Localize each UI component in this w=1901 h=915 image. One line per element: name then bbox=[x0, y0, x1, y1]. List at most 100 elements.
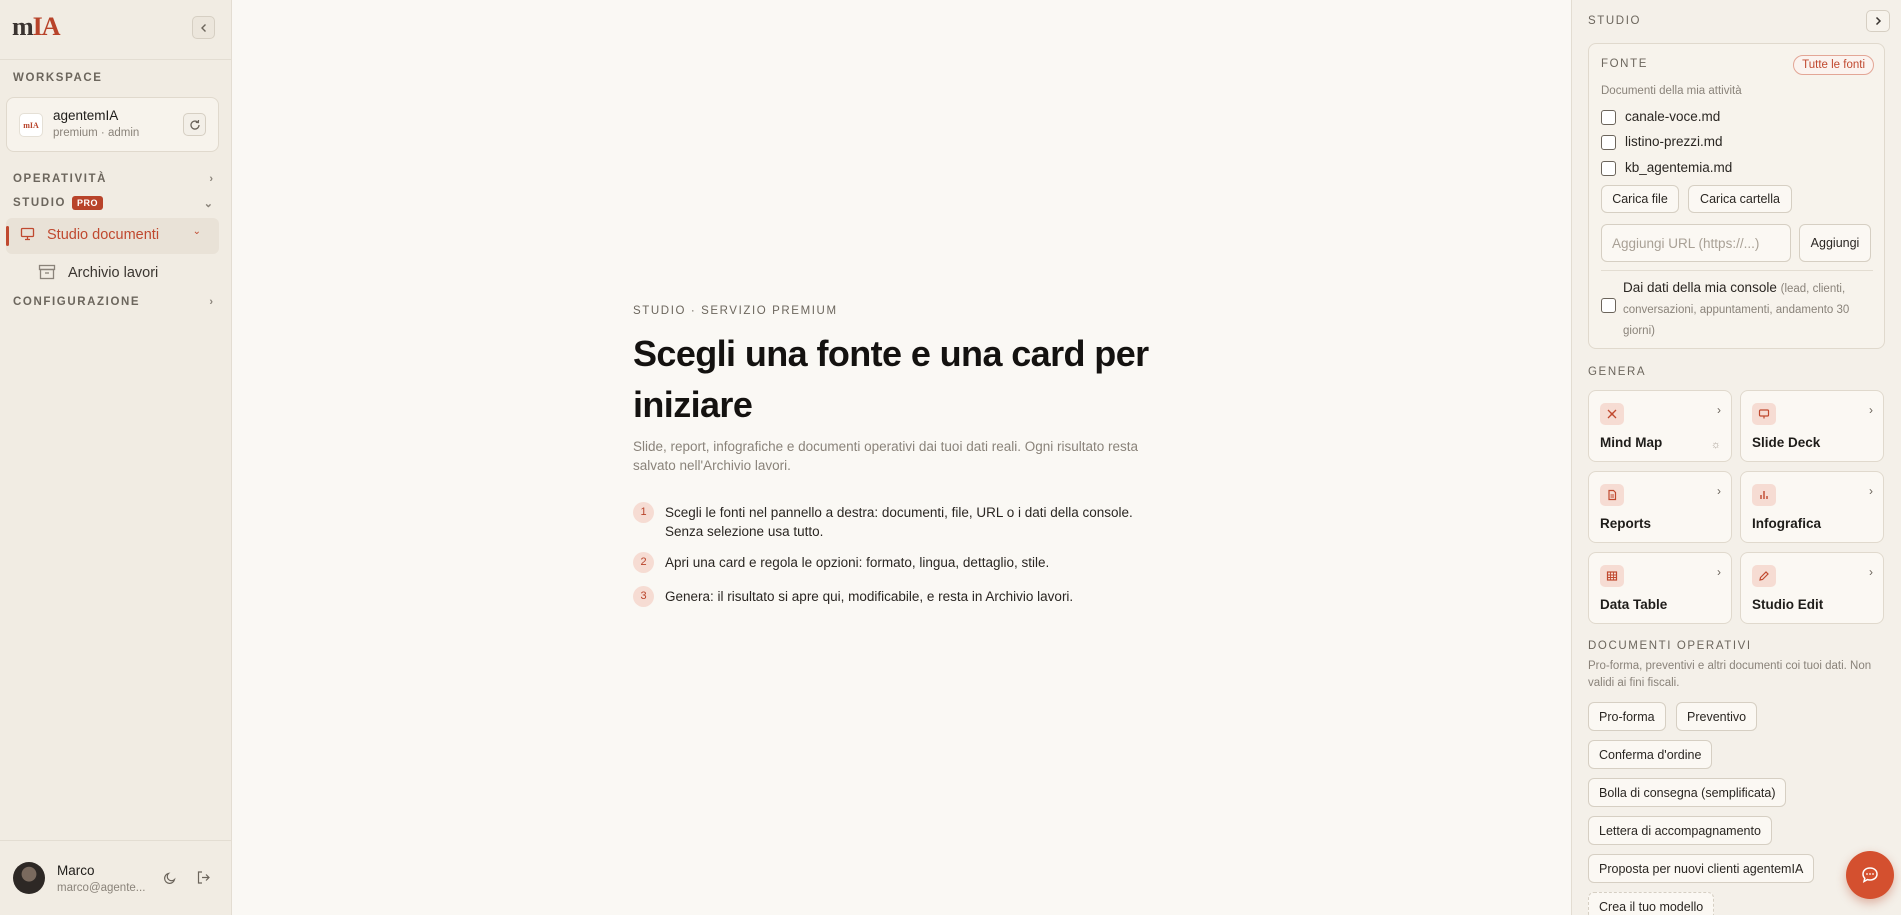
chevron-right-icon: › bbox=[1869, 565, 1873, 579]
sidebar: mIA WORKSPACE mIA agentemIA premium · ad… bbox=[0, 0, 232, 915]
workspace-name: agentemIA bbox=[53, 108, 119, 123]
console-checkbox[interactable] bbox=[1601, 298, 1616, 313]
card-label: Data Table bbox=[1600, 597, 1668, 612]
chat-fab-button[interactable] bbox=[1846, 851, 1894, 899]
chevron-right-icon: › bbox=[1717, 403, 1721, 417]
chevron-right-icon: › bbox=[1717, 484, 1721, 498]
file-checkbox[interactable] bbox=[1601, 161, 1616, 176]
refresh-icon bbox=[189, 119, 200, 130]
page-title: Scegli una fonte e una card per iniziare bbox=[633, 333, 1149, 425]
table-icon bbox=[1600, 565, 1624, 587]
file-checkbox[interactable] bbox=[1601, 110, 1616, 125]
card-label: Infografica bbox=[1752, 516, 1822, 531]
collapse-panel-button[interactable] bbox=[1866, 10, 1890, 32]
item-menu-icon[interactable]: ⌄ bbox=[193, 226, 201, 237]
source-file-row[interactable]: kb_agentemia.md bbox=[1601, 158, 1871, 178]
nav-group-label: OPERATIVITÀ bbox=[13, 173, 108, 185]
nav-group-operativita[interactable]: OPERATIVITÀ › bbox=[13, 173, 213, 185]
generate-label: GENERA bbox=[1588, 366, 1647, 378]
card-label: Slide Deck bbox=[1752, 435, 1821, 450]
bar-chart-icon bbox=[1752, 484, 1776, 506]
ops-documents-label: DOCUMENTI OPERATIVI bbox=[1588, 640, 1752, 652]
template-chip[interactable]: Lettera di accompagnamento bbox=[1588, 816, 1772, 845]
step-text: Apri una card e regola le opzioni: forma… bbox=[665, 555, 1050, 570]
chevron-right-icon: › bbox=[1717, 565, 1721, 579]
document-icon bbox=[1600, 484, 1624, 506]
step-number: 2 bbox=[633, 552, 654, 573]
panel-title: STUDIO bbox=[1588, 15, 1642, 27]
card-label: Reports bbox=[1600, 516, 1652, 531]
template-chip[interactable]: Proposta per nuovi clienti agentemIA bbox=[1588, 854, 1815, 883]
step-text: Scegli le fonti nel pannello a destra: d… bbox=[665, 505, 1133, 539]
chevron-down-icon: ⌄ bbox=[203, 197, 213, 210]
card-studio-edit[interactable]: › Studio Edit bbox=[1740, 552, 1884, 624]
source-file-row[interactable]: canale-voce.md bbox=[1601, 107, 1871, 127]
all-sources-button[interactable]: Tutte le fonti bbox=[1793, 55, 1874, 75]
nav-group-configurazione[interactable]: CONFIGURAZIONE › bbox=[13, 296, 213, 308]
card-mind-map[interactable]: › Mind Map ☼ bbox=[1588, 390, 1732, 462]
step-number: 3 bbox=[633, 586, 654, 607]
card-label: Studio Edit bbox=[1752, 597, 1824, 612]
workspace-logo: mIA bbox=[19, 113, 43, 137]
chevron-right-icon: › bbox=[1869, 403, 1873, 417]
template-chip[interactable]: Bolla di consegna (semplificata) bbox=[1588, 778, 1787, 807]
url-input[interactable] bbox=[1601, 224, 1791, 262]
step-number: 1 bbox=[633, 502, 654, 523]
pro-badge: PRO bbox=[72, 196, 104, 210]
source-label: FONTE bbox=[1601, 58, 1648, 70]
template-chip[interactable]: Preventivo bbox=[1676, 702, 1758, 731]
main-content: STUDIO · SERVIZIO PREMIUM Scegli una fon… bbox=[233, 0, 1571, 915]
source-file-row[interactable]: listino-prezzi.md bbox=[1601, 132, 1871, 152]
source-caption: Documenti della mia attività bbox=[1601, 85, 1742, 97]
card-label: Mind Map bbox=[1600, 435, 1663, 450]
mindmap-icon bbox=[1600, 403, 1624, 425]
file-name: listino-prezzi.md bbox=[1625, 134, 1723, 149]
chevron-right-icon: › bbox=[1869, 484, 1873, 498]
template-chip[interactable]: Conferma d'ordine bbox=[1588, 740, 1713, 769]
sidebar-header: mIA bbox=[0, 0, 231, 60]
chevron-right-icon bbox=[1875, 16, 1882, 26]
settings-icon[interactable]: ☼ bbox=[1711, 439, 1721, 451]
card-infografica[interactable]: › Infografica bbox=[1740, 471, 1884, 543]
user-email: marco@agente... bbox=[57, 882, 146, 894]
add-url-button[interactable]: Aggiungi bbox=[1799, 224, 1871, 262]
moon-icon[interactable] bbox=[163, 871, 177, 888]
page-kicker: STUDIO · SERVIZIO PREMIUM bbox=[633, 305, 838, 317]
step-text: Genera: il risultato si apre qui, modifi… bbox=[665, 589, 1074, 604]
console-label: Dai dati della mia console bbox=[1623, 280, 1777, 295]
sidebar-item-label: Archivio lavori bbox=[68, 265, 159, 281]
nav-group-label: STUDIO bbox=[13, 197, 67, 209]
user-footer: Marco marco@agente... bbox=[0, 840, 232, 915]
sidebar-item-studio-documenti[interactable]: Studio documenti ⌄ bbox=[6, 218, 219, 254]
chevron-left-icon bbox=[200, 23, 206, 32]
card-reports[interactable]: › Reports bbox=[1588, 471, 1732, 543]
studio-panel: STUDIO FONTE Tutte le fonti Documenti de… bbox=[1571, 0, 1901, 915]
upload-folder-button[interactable]: Carica cartella bbox=[1688, 185, 1792, 213]
console-option-text: Dai dati della mia console (lead, client… bbox=[1623, 278, 1873, 341]
file-checkbox[interactable] bbox=[1601, 135, 1616, 150]
card-data-table[interactable]: › Data Table bbox=[1588, 552, 1732, 624]
card-slide-deck[interactable]: › Slide Deck bbox=[1740, 390, 1884, 462]
presentation-icon bbox=[1752, 403, 1776, 425]
chevron-right-icon: › bbox=[209, 173, 213, 185]
chat-icon bbox=[1862, 867, 1878, 884]
create-template-chip[interactable]: Crea il tuo modello bbox=[1588, 892, 1715, 915]
page-subtitle: Slide, report, infografiche e documenti … bbox=[633, 439, 1139, 473]
template-chip[interactable]: Pro-forma bbox=[1588, 702, 1666, 731]
nav-group-studio[interactable]: STUDIO PRO ⌄ bbox=[13, 196, 213, 210]
workspace-label: WORKSPACE bbox=[13, 72, 103, 84]
refresh-workspace-button[interactable] bbox=[183, 113, 206, 136]
source-selector: FONTE Tutte le fonti Documenti della mia… bbox=[1588, 43, 1885, 349]
avatar[interactable] bbox=[13, 862, 45, 894]
workspace-switcher[interactable]: mIA agentemIA premium · admin bbox=[6, 97, 219, 152]
archive-icon bbox=[38, 264, 56, 283]
divider bbox=[1601, 270, 1873, 271]
ops-documents-description: Pro-forma, preventivi e altri documenti … bbox=[1588, 660, 1872, 689]
presentation-icon bbox=[20, 227, 35, 244]
logout-icon[interactable] bbox=[196, 870, 211, 888]
user-name: Marco bbox=[57, 863, 95, 878]
upload-file-button[interactable]: Carica file bbox=[1601, 185, 1679, 213]
nav-group-label: CONFIGURAZIONE bbox=[13, 296, 141, 308]
collapse-sidebar-button[interactable] bbox=[192, 16, 215, 39]
sidebar-item-archivio-lavori[interactable]: Archivio lavori bbox=[38, 262, 218, 286]
